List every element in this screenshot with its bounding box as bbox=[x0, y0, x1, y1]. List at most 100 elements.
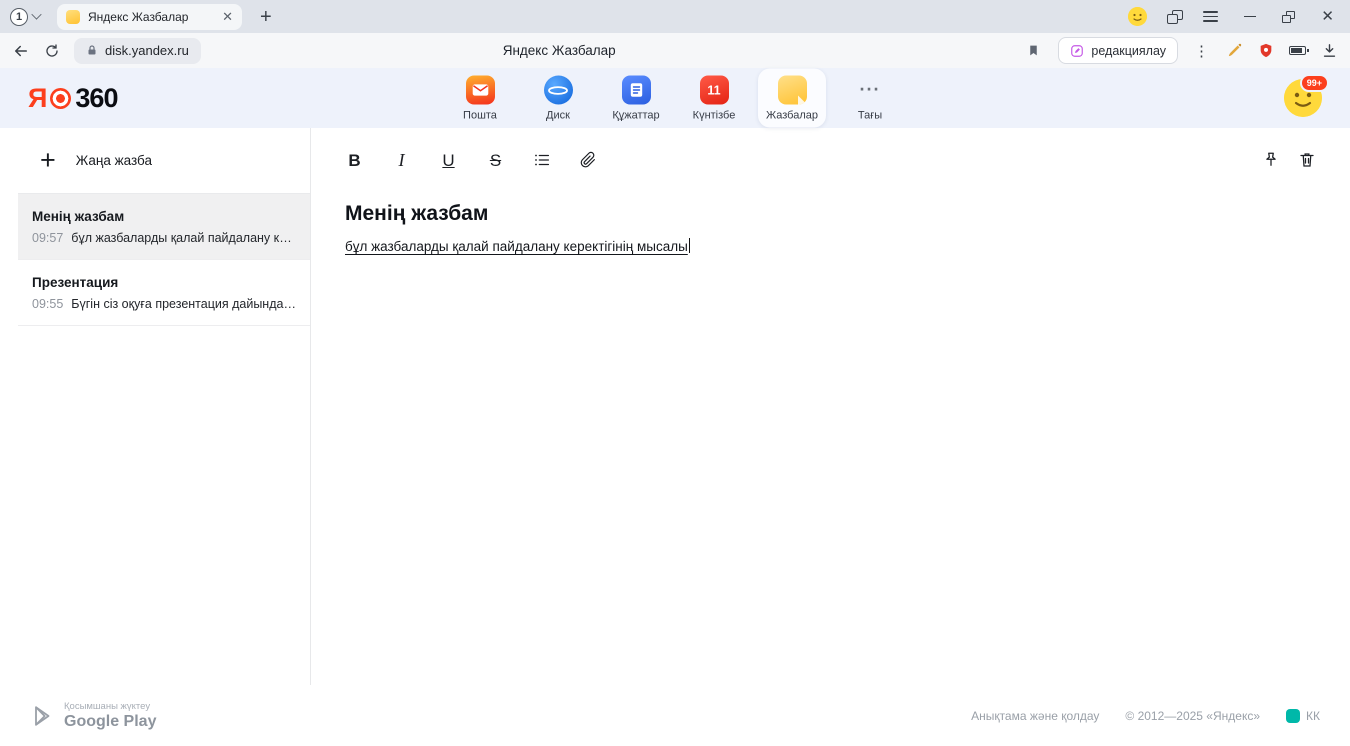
download-icon bbox=[1321, 42, 1338, 59]
google-play-caption: Қосымшаны жүктеу bbox=[64, 701, 156, 712]
more-options-icon[interactable]: ⋮ bbox=[1192, 42, 1212, 60]
editor-actions bbox=[1262, 151, 1316, 169]
browser-tab[interactable]: Яндекс Жазбалар ✕ bbox=[57, 4, 242, 30]
maximize-button[interactable] bbox=[1282, 11, 1295, 23]
logo-ring-icon bbox=[50, 88, 71, 109]
profile-avatar-icon[interactable] bbox=[1128, 7, 1147, 26]
app-calendar[interactable]: 11 Күнтізбе bbox=[680, 69, 748, 128]
bookmark-button[interactable] bbox=[1027, 43, 1040, 58]
google-play-label: Google Play bbox=[64, 713, 156, 731]
tab-title: Яндекс Жазбалар bbox=[88, 10, 214, 24]
app-notes-label: Жазбалар bbox=[766, 110, 818, 122]
tab-panels-icon[interactable] bbox=[1167, 10, 1183, 24]
tab-close-icon[interactable]: ✕ bbox=[222, 10, 233, 23]
url-chip[interactable]: disk.yandex.ru bbox=[74, 38, 201, 64]
notes-icon bbox=[778, 76, 807, 105]
underline-button[interactable]: U bbox=[439, 152, 458, 169]
note-title[interactable]: Менің жазбам bbox=[345, 202, 1316, 226]
logo-360: 360 bbox=[75, 83, 117, 114]
app-mail-label: Пошта bbox=[463, 110, 497, 122]
trash-icon bbox=[1298, 151, 1316, 169]
note-item-time: 09:57 bbox=[32, 231, 63, 245]
lock-icon bbox=[86, 44, 98, 57]
footer-links: Анықтама және қолдау © 2012—2025 «Яндекс… bbox=[971, 709, 1320, 723]
delete-note-button[interactable] bbox=[1298, 151, 1316, 169]
app-notes[interactable]: Жазбалар bbox=[758, 69, 826, 128]
notification-badge: 99+ bbox=[1300, 74, 1329, 92]
formatting-toolbar: B I U S bbox=[345, 128, 1316, 192]
calendar-icon: 11 bbox=[700, 76, 729, 105]
google-play-text: Қосымшаны жүктеу Google Play bbox=[64, 701, 156, 731]
tab-strip-right: ✕ bbox=[1128, 7, 1340, 26]
omnibox[interactable]: disk.yandex.ru Яндекс Жазбалар bbox=[74, 37, 1044, 64]
italic-button[interactable]: I bbox=[392, 151, 411, 169]
refresh-button[interactable] bbox=[44, 43, 60, 59]
language-icon bbox=[1286, 709, 1300, 723]
app-disk[interactable]: Диск bbox=[524, 69, 592, 128]
battery-icon[interactable] bbox=[1289, 46, 1306, 55]
attach-file-button[interactable] bbox=[579, 151, 597, 169]
pencil-extension-icon[interactable] bbox=[1226, 42, 1243, 59]
google-play-link[interactable]: Қосымшаны жүктеу Google Play bbox=[30, 701, 156, 731]
tab-counter[interactable]: 1 bbox=[10, 8, 41, 26]
smiley-face-icon bbox=[1128, 7, 1147, 26]
support-link[interactable]: Анықтама және қолдау bbox=[971, 709, 1099, 723]
text-caret bbox=[689, 238, 690, 253]
app-docs[interactable]: Құжаттар bbox=[602, 69, 670, 128]
pencil-icon bbox=[1226, 42, 1243, 59]
edit-badge-icon bbox=[1070, 44, 1084, 58]
mail-icon bbox=[466, 76, 495, 105]
main-content: + Жаңа жазба Менің жазбам 09:57 бұл жазб… bbox=[0, 128, 1350, 685]
downloads-button[interactable] bbox=[1321, 42, 1338, 59]
bullet-list-button[interactable] bbox=[533, 151, 551, 169]
note-item-preview: бұл жазбаларды қалай пайдалану ке… bbox=[71, 231, 296, 245]
strikethrough-button[interactable]: S bbox=[486, 152, 505, 169]
paperclip-icon bbox=[579, 151, 597, 169]
calendar-date-badge: 11 bbox=[707, 83, 720, 97]
app-disk-label: Диск bbox=[546, 110, 570, 122]
language-code: КК bbox=[1306, 709, 1320, 723]
yandex360-logo[interactable]: Я 360 bbox=[28, 83, 117, 114]
close-window-button[interactable]: ✕ bbox=[1321, 9, 1334, 24]
bullet-list-icon bbox=[533, 151, 551, 169]
yandex360-header: Я 360 Пошта Диск Құжаттар bbox=[0, 68, 1350, 128]
more-apps-icon: ··· bbox=[856, 76, 885, 105]
protect-extension-icon[interactable] bbox=[1258, 42, 1274, 59]
note-item-title: Презентация bbox=[32, 275, 296, 290]
note-list-item-2[interactable]: Презентация 09:55 Бүгін сіз оқуға презен… bbox=[18, 260, 310, 326]
account-avatar[interactable]: 99+ bbox=[1284, 79, 1322, 117]
copyright-text: © 2012—2025 «Яндекс» bbox=[1125, 709, 1260, 723]
window-controls: ✕ bbox=[1244, 9, 1340, 24]
note-body-text: бұл жазбаларды қалай пайдалану керектігі… bbox=[345, 239, 688, 254]
app-docs-label: Құжаттар bbox=[612, 110, 659, 122]
pin-note-button[interactable] bbox=[1262, 151, 1280, 169]
plus-icon: + bbox=[40, 147, 56, 174]
app-mail[interactable]: Пошта bbox=[446, 69, 514, 128]
note-item-time: 09:55 bbox=[32, 297, 63, 311]
back-button[interactable] bbox=[12, 42, 30, 60]
note-list-item-1[interactable]: Менің жазбам 09:57 бұл жазбаларды қалай … bbox=[18, 194, 310, 260]
tab-count-icon: 1 bbox=[10, 8, 28, 26]
minimize-button[interactable] bbox=[1244, 16, 1256, 18]
language-switcher[interactable]: КК bbox=[1286, 709, 1320, 723]
omnibox-page-title: Яндекс Жазбалар bbox=[74, 43, 1044, 58]
new-note-label: Жаңа жазба bbox=[76, 153, 152, 168]
address-toolbar: disk.yandex.ru Яндекс Жазбалар редакциял… bbox=[0, 33, 1350, 68]
note-body[interactable]: бұл жазбаларды қалай пайдалану керектігі… bbox=[345, 238, 1316, 254]
extension-icons bbox=[1226, 42, 1338, 59]
edit-mode-button[interactable]: редакциялау bbox=[1058, 37, 1178, 64]
refresh-icon bbox=[44, 43, 60, 59]
new-note-button[interactable]: + Жаңа жазба bbox=[18, 128, 310, 194]
disk-icon bbox=[544, 76, 573, 105]
edit-mode-label: редакциялау bbox=[1091, 44, 1166, 58]
note-item-meta: 09:57 бұл жазбаларды қалай пайдалану ке… bbox=[32, 231, 296, 245]
app-more[interactable]: ··· Тағы bbox=[836, 69, 904, 128]
page-footer: Қосымшаны жүктеу Google Play Анықтама жә… bbox=[0, 685, 1350, 746]
bold-button[interactable]: B bbox=[345, 152, 364, 169]
chevron-down-icon bbox=[31, 9, 41, 19]
new-tab-button[interactable]: + bbox=[260, 7, 272, 27]
note-item-preview: Бүгін сіз оқуға презентация дайында… bbox=[71, 297, 296, 311]
app-calendar-label: Күнтізбе bbox=[693, 110, 736, 122]
url-text: disk.yandex.ru bbox=[105, 43, 189, 58]
browser-menu-icon[interactable] bbox=[1203, 11, 1218, 22]
